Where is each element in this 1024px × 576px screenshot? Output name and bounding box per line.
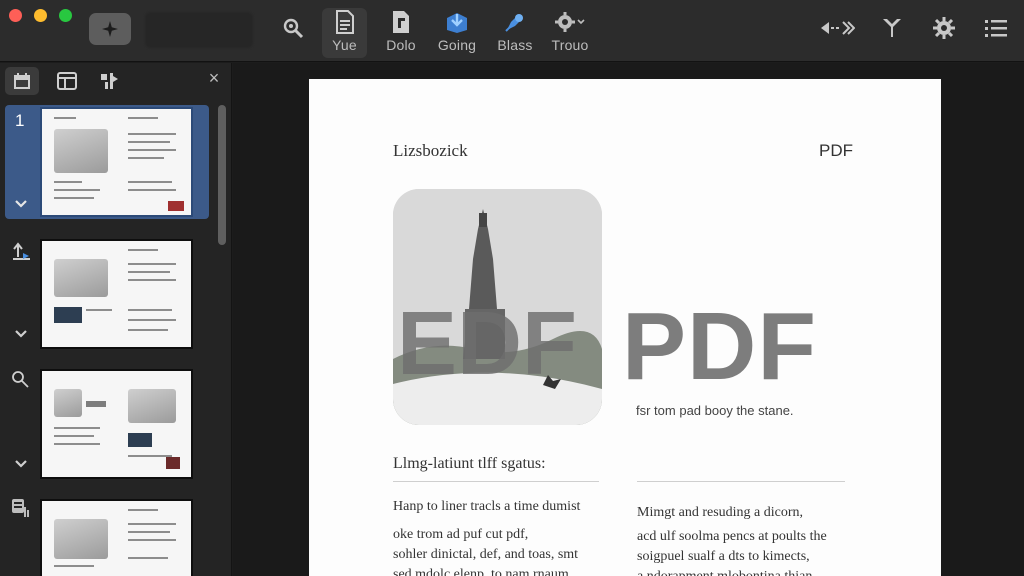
- hero-image: EDF: [393, 189, 602, 425]
- chevron-down-icon[interactable]: [14, 199, 28, 209]
- thumbnail-sidebar: × 1: [0, 63, 232, 576]
- window-minimize-button[interactable]: [34, 9, 47, 22]
- document-viewport: Lizsbozick PDF EDF PDF fsr tom pad booy …: [233, 63, 1024, 576]
- text-line: Hanp to liner tracls a time dumist: [393, 499, 581, 514]
- tool-going[interactable]: Going: [433, 8, 481, 58]
- sparkle-button[interactable]: [89, 13, 131, 45]
- window-close-button[interactable]: [9, 9, 22, 22]
- tool-dolo[interactable]: Dolo: [380, 8, 422, 58]
- text-line: Mimgt and resuding a dicorn,: [637, 505, 804, 520]
- divider: [637, 481, 845, 482]
- hero-overlay-text: EDF: [397, 294, 577, 394]
- filter-button[interactable]: [879, 14, 905, 42]
- calendar-icon: [14, 73, 30, 89]
- tool-label: Dolo: [386, 37, 416, 53]
- divider: [393, 481, 599, 482]
- window-maximize-button[interactable]: [59, 9, 72, 22]
- zoom-tool-button[interactable]: [279, 14, 307, 42]
- tagline: fsr tom pad booy the stane.: [636, 403, 794, 418]
- export-icon: [447, 13, 467, 33]
- text-line: acd ulf soolma pencs at poults the: [637, 529, 827, 544]
- page-thumbnail-4[interactable]: [40, 499, 193, 576]
- sparkle-icon: [102, 21, 118, 37]
- sidebar-tabs: ×: [0, 63, 232, 99]
- page-header-right: PDF: [819, 141, 853, 160]
- section-heading: Llmg-latiunt tlff sgatus:: [393, 455, 546, 472]
- tab-tools[interactable]: [92, 67, 126, 95]
- layout-icon: [57, 72, 77, 90]
- page-thumbnail-1[interactable]: [40, 107, 193, 217]
- tool-label: Yue: [332, 37, 357, 53]
- list-button[interactable]: [982, 14, 1010, 42]
- text-line: sohler dinictal, def, and toas, smt: [393, 547, 579, 562]
- tool-label: Trouo: [551, 37, 589, 53]
- settings-icon: [933, 17, 955, 39]
- document-page: Lizsbozick PDF EDF PDF fsr tom pad booy …: [309, 79, 941, 576]
- toolbar: Yue Dolo Going Blass Trouo: [0, 0, 1024, 62]
- database-icon[interactable]: [10, 497, 32, 519]
- text-line: oke trom ad puf cut pdf,: [393, 527, 529, 542]
- file-icon: [393, 11, 409, 33]
- chevron-down-icon[interactable]: [14, 329, 28, 339]
- pen-icon: [505, 14, 523, 32]
- tool-label: Blass: [497, 37, 533, 53]
- filter-icon: [883, 19, 901, 37]
- split-view-icon: [821, 21, 855, 35]
- tool-trouo[interactable]: Trouo: [545, 8, 595, 58]
- split-view-button[interactable]: [818, 14, 856, 42]
- list-icon: [985, 20, 1007, 37]
- search-field[interactable]: [145, 12, 253, 48]
- tool-label: Going: [437, 37, 477, 53]
- text-line: soigpuel sualf a dts to kimects,: [637, 549, 810, 564]
- settings-button[interactable]: [930, 14, 958, 42]
- document-icon: [335, 10, 354, 34]
- text-line: a ndorapment mlobontina thian: [637, 567, 877, 576]
- tab-calendar[interactable]: [5, 67, 39, 95]
- gear-dropdown-icon: [555, 12, 585, 32]
- upload-arrow-icon[interactable]: [10, 239, 32, 261]
- text-line: sed mdolc elenp. to nam rnaum: [393, 567, 569, 576]
- page-thumbnail-3[interactable]: [40, 369, 193, 479]
- magnifier-gear-icon: [283, 18, 304, 39]
- right-text-column: Mimgt and resuding a dicorn, acd ulf soo…: [637, 503, 877, 576]
- tools-icon: [101, 73, 118, 89]
- page-header-left: Lizsbozick: [393, 141, 468, 160]
- sidebar-scroll-thumb[interactable]: [218, 105, 226, 245]
- chevron-down-icon[interactable]: [14, 459, 28, 469]
- search-icon[interactable]: [10, 369, 30, 389]
- page-thumbnail-2[interactable]: [40, 239, 193, 349]
- tab-layout[interactable]: [50, 67, 84, 95]
- left-text-column: Hanp to liner tracls a time dumist oke t…: [393, 497, 623, 576]
- close-sidebar-button[interactable]: ×: [204, 68, 224, 92]
- app-window: Yue Dolo Going Blass Trouo × 1 Lizsbozic…: [0, 0, 1024, 576]
- tool-yue[interactable]: Yue: [322, 8, 367, 58]
- page-number: 1: [15, 111, 25, 130]
- big-pdf-title: PDF: [622, 293, 817, 400]
- tool-blass[interactable]: Blass: [493, 8, 537, 58]
